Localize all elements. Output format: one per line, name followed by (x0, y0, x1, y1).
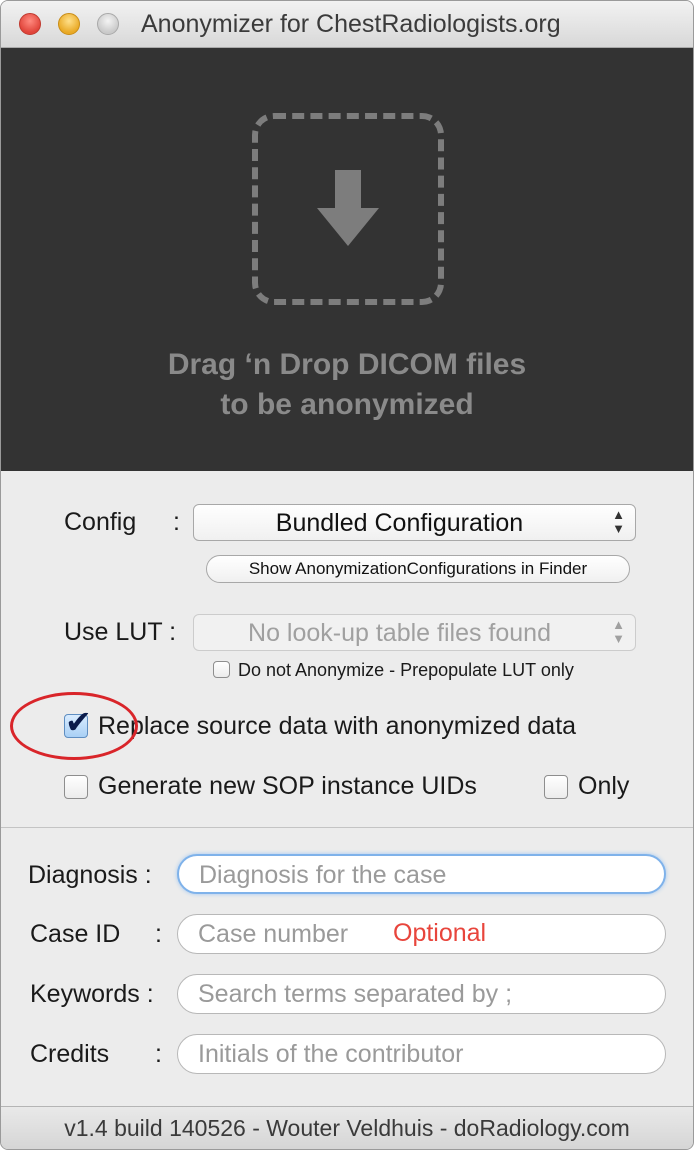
credits-field-wrapper (177, 1034, 666, 1074)
version-credits-text: v1.4 build 140526 - Wouter Veldhuis - do… (64, 1115, 630, 1141)
show-configurations-button[interactable]: Show AnonymizationConfigurations in Find… (206, 555, 630, 583)
generate-sop-uids-checkbox[interactable] (64, 775, 88, 799)
config-label: Config (64, 508, 137, 536)
generate-sop-uids-label: Generate new SOP instance UIDs (98, 772, 477, 800)
config-selected-value: Bundled Configuration (275, 509, 524, 537)
diagnosis-input[interactable] (199, 859, 639, 891)
credits-input[interactable] (198, 1038, 638, 1070)
diagnosis-field-wrapper (177, 854, 666, 894)
drop-zone-text-line2: to be anonymized (220, 388, 474, 421)
case-id-label-colon: : (155, 920, 162, 948)
lut-selected-value: No look-up table files found (248, 619, 551, 647)
case-id-field-wrapper: Optional (177, 914, 666, 954)
use-lut-label: Use LUT : (64, 618, 177, 646)
app-window: Anonymizer for ChestRadiologists.org Dra… (0, 0, 694, 1150)
popup-arrows-icon: ▲ ▼ (612, 617, 625, 646)
optional-hint: Optional (393, 919, 487, 947)
keywords-label: Keywords : (30, 980, 154, 1008)
only-label: Only (578, 772, 630, 800)
dicom-drop-zone[interactable]: Drag ‘n Drop DICOM files to be anonymize… (1, 48, 693, 471)
window-title: Anonymizer for ChestRadiologists.org (141, 10, 561, 38)
lut-popup[interactable]: No look-up table files found ▲ ▼ (193, 614, 636, 651)
popup-arrows-icon: ▲ ▼ (612, 507, 625, 536)
zoom-window-button[interactable] (97, 13, 119, 35)
download-arrow-icon (317, 170, 379, 246)
section-divider (1, 827, 693, 828)
keywords-field-wrapper (177, 974, 666, 1014)
diagnosis-label: Diagnosis : (28, 861, 152, 889)
close-window-button[interactable] (19, 13, 41, 35)
only-checkbox[interactable] (544, 775, 568, 799)
do-not-anonymize-checkbox[interactable] (213, 661, 230, 678)
do-not-anonymize-label: Do not Anonymize - Prepopulate LUT only (238, 660, 574, 680)
keywords-input[interactable] (198, 978, 638, 1010)
config-popup[interactable]: Bundled Configuration ▲ ▼ (193, 504, 636, 541)
title-bar[interactable]: Anonymizer for ChestRadiologists.org (1, 1, 693, 48)
credits-label-colon: : (155, 1040, 162, 1068)
credits-label: Credits (30, 1040, 110, 1068)
annotation-circle (10, 692, 138, 760)
drop-zone-text-line1: Drag ‘n Drop DICOM files (167, 348, 527, 381)
minimize-window-button[interactable] (58, 13, 80, 35)
replace-source-label: Replace source data with anonymized data (98, 712, 577, 740)
case-id-label: Case ID (30, 920, 121, 948)
config-label-colon: : (173, 508, 180, 536)
status-bar: v1.4 build 140526 - Wouter Veldhuis - do… (1, 1106, 693, 1149)
